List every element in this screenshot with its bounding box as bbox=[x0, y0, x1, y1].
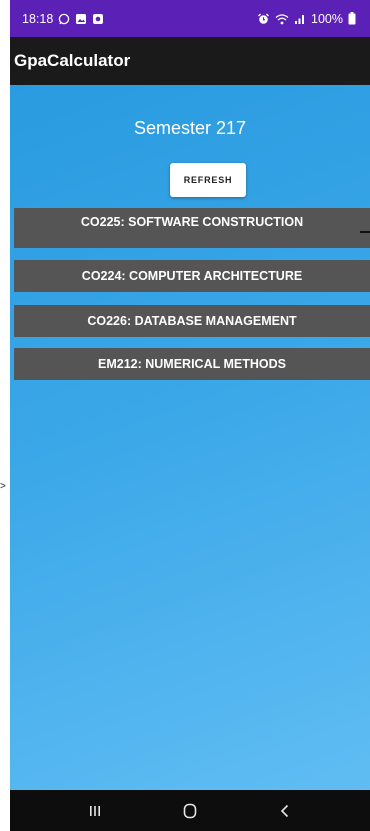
course-label: CO224: COMPUTER ARCHITECTURE bbox=[81, 269, 303, 283]
status-bar: 18:18 100% bbox=[10, 0, 370, 37]
refresh-button[interactable]: REFRESH bbox=[170, 163, 246, 197]
course-item[interactable]: EM212: NUMERICAL METHODS bbox=[14, 348, 370, 380]
left-arrow-mark: > bbox=[0, 481, 6, 492]
course-label: CO226: DATABASE MANAGEMENT bbox=[87, 314, 297, 328]
notification-icon bbox=[92, 13, 104, 25]
battery-icon bbox=[348, 12, 356, 25]
status-right: 100% bbox=[257, 12, 356, 26]
status-time: 18:18 bbox=[22, 11, 54, 26]
main-content: Semester 217 REFRESH CO225: SOFTWARE CON… bbox=[10, 85, 370, 790]
divider-mark bbox=[360, 231, 370, 233]
navigation-bar bbox=[10, 790, 370, 831]
course-item[interactable]: CO226: DATABASE MANAGEMENT bbox=[14, 305, 370, 337]
signal-icon bbox=[294, 13, 306, 25]
alarm-icon bbox=[257, 13, 270, 25]
gallery-icon bbox=[75, 13, 87, 25]
status-left: 18:18 bbox=[22, 12, 104, 26]
whatsapp-icon bbox=[58, 13, 70, 25]
wifi-icon bbox=[275, 13, 289, 25]
course-label: EM212: NUMERICAL METHODS bbox=[98, 357, 286, 371]
back-icon[interactable] bbox=[265, 796, 305, 826]
recent-apps-icon[interactable] bbox=[75, 796, 115, 826]
battery-percentage: 100% bbox=[311, 11, 343, 26]
course-item[interactable]: CO224: COMPUTER ARCHITECTURE bbox=[14, 260, 370, 292]
app-bar: GpaCalculator bbox=[10, 37, 370, 85]
phone-screen: 18:18 100% GpaCalculator Semester 217 RE… bbox=[10, 0, 370, 831]
home-icon[interactable] bbox=[170, 796, 210, 826]
app-title: GpaCalculator bbox=[14, 51, 131, 70]
semester-title: Semester 217 bbox=[133, 118, 247, 138]
course-item[interactable]: CO225: SOFTWARE CONSTRUCTION bbox=[14, 208, 370, 248]
course-label: CO225: SOFTWARE CONSTRUCTION bbox=[80, 215, 304, 229]
